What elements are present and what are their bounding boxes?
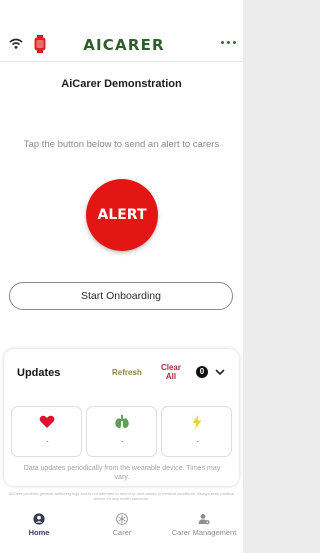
nav-home[interactable]: Home (22, 513, 56, 537)
heart-icon (39, 415, 55, 428)
chevron-down-icon[interactable] (215, 368, 225, 376)
page-title: AiCarer Demonstration (61, 78, 182, 90)
more-options-icon[interactable] (221, 41, 237, 47)
energy-tile[interactable]: - (161, 406, 232, 457)
updates-note: Data updates periodically from the weara… (23, 465, 221, 481)
wifi-icon (9, 38, 23, 49)
brand-title: AICARER (83, 36, 165, 54)
alert-button[interactable]: ALERT (86, 179, 158, 251)
heart-rate-tile[interactable]: - (11, 406, 82, 457)
breathing-tile[interactable]: - (86, 406, 157, 457)
nav-carer-management[interactable]: Carer Management (166, 513, 242, 537)
watch-icon[interactable] (33, 35, 47, 53)
alert-instruction: Tap the button below to send an alert to… (23, 139, 220, 150)
updates-count-badge: 0 (196, 366, 208, 378)
refresh-button[interactable]: Refresh (112, 368, 142, 377)
energy-value: - (196, 439, 199, 445)
nav-carer-management-label: Carer Management (171, 528, 237, 537)
nav-home-label: Home (28, 528, 50, 537)
app-screen: AICARER AiCarer Demonstration Tap the bu… (0, 0, 243, 553)
breathing-value: - (121, 439, 124, 445)
top-bar: AICARER (0, 0, 243, 62)
person-settings-icon (198, 514, 210, 525)
clear-all-button[interactable]: Clear All (158, 363, 184, 381)
heart-rate-value: - (46, 439, 49, 445)
nav-carer-label: Carer (112, 528, 132, 537)
updates-title: Updates (17, 367, 61, 379)
snowflake-icon (116, 513, 128, 525)
nav-carer[interactable]: Carer (106, 513, 138, 537)
start-onboarding-button[interactable]: Start Onboarding (9, 282, 233, 310)
bottom-navigation: Home Carer Carer Management (0, 505, 243, 553)
updates-card: Updates Refresh Clear All 0 - - - Data u… (4, 349, 239, 486)
lightning-icon (192, 415, 202, 429)
person-icon (33, 513, 45, 525)
disclaimer-text: AiCarer provides general wellbeing logs … (8, 491, 235, 501)
lungs-icon (115, 415, 129, 428)
